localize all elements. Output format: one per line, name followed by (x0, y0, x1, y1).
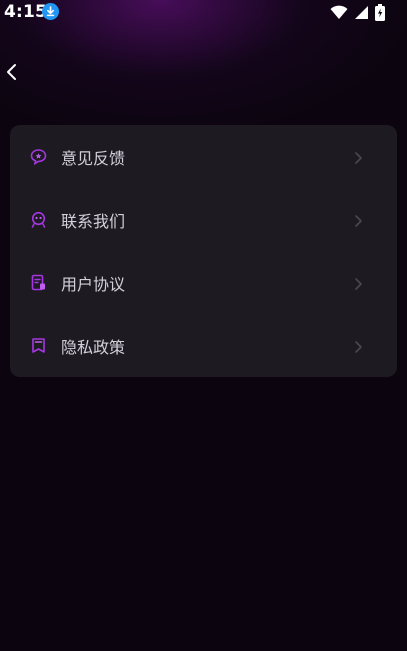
menu-item-user-agreement[interactable]: 用户协议 (10, 251, 397, 314)
system-icons (330, 4, 385, 25)
status-bar: 4:15 (0, 0, 407, 26)
chevron-right-icon (353, 213, 363, 227)
menu-item-label: 意见反馈 (61, 148, 126, 168)
menu-item-label: 用户协议 (61, 274, 126, 294)
cell-signal-icon (354, 5, 369, 24)
chevron-right-icon (353, 150, 363, 164)
menu-item-label: 联系我们 (61, 211, 126, 231)
contact-icon (30, 211, 47, 228)
menu-item-feedback[interactable]: 意见反馈 (10, 125, 397, 188)
user-agreement-icon (30, 274, 47, 291)
status-time: 4:15 (4, 2, 48, 22)
menu-item-privacy-policy[interactable]: 隐私政策 (10, 314, 397, 377)
chevron-right-icon (353, 276, 363, 290)
feedback-icon (30, 148, 47, 166)
settings-menu-card: 意见反馈 联系我们 用户协议 隐私政策 (10, 125, 397, 377)
chevron-right-icon (353, 339, 363, 353)
menu-item-contact-us[interactable]: 联系我们 (10, 188, 397, 251)
back-button[interactable] (2, 60, 22, 84)
wifi-icon (330, 5, 348, 24)
privacy-policy-icon (30, 337, 47, 354)
download-icon (42, 3, 59, 20)
menu-item-label: 隐私政策 (61, 337, 126, 357)
battery-charging-icon (375, 4, 385, 25)
chevron-left-icon (7, 64, 16, 80)
